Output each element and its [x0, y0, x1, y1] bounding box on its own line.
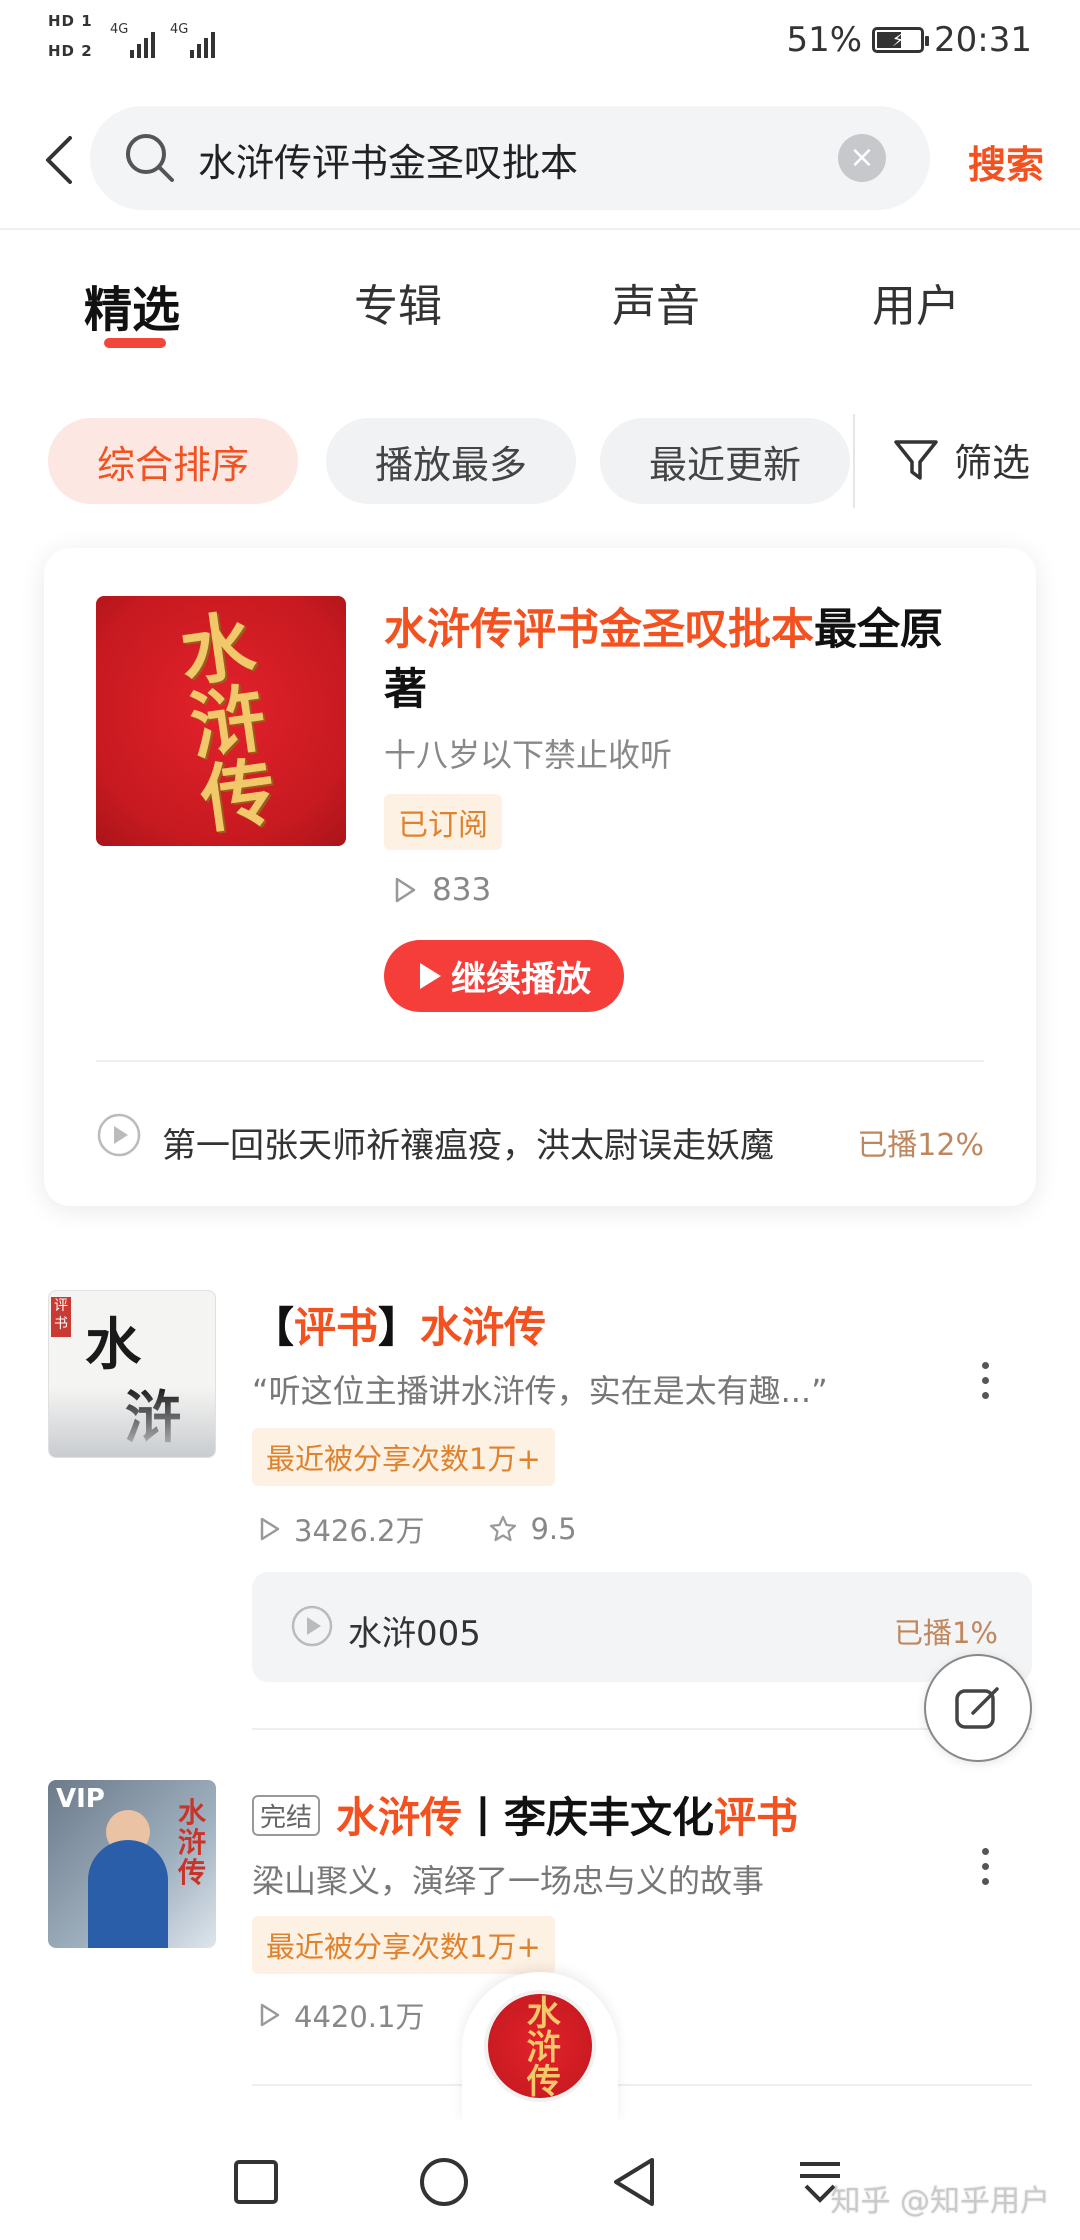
signal1-bars-icon: [130, 22, 155, 58]
tab-sounds[interactable]: 声音: [612, 270, 700, 334]
album-title[interactable]: 完结 水浒传丨李庆丰文化评书: [252, 1784, 798, 1845]
episode-progress: 已播1%: [893, 1616, 998, 1650]
mini-player[interactable]: 水浒传: [462, 1972, 618, 2122]
episode-progress: 已播12%: [857, 1128, 984, 1163]
result-tabs: 精选 专辑 声音 用户: [0, 250, 1080, 360]
status-right: 51% ⚡ 20:31: [786, 18, 1032, 62]
mini-player-disc[interactable]: 水浒传: [484, 1990, 596, 2102]
battery-icon: ⚡: [872, 27, 930, 53]
tab-albums[interactable]: 专辑: [354, 270, 442, 334]
signal-indicators: HD 1 HD 2 4G 4G: [48, 12, 248, 72]
album-thumbnail[interactable]: 评书 水 浒: [48, 1290, 216, 1458]
title-middle: 丨李庆丰文化: [462, 1793, 715, 1842]
search-query[interactable]: 水浒传评书金圣叹批本: [198, 132, 578, 187]
filter-label: 筛选: [954, 441, 1031, 485]
play-count: 4420.1万: [294, 2000, 425, 2034]
signal2-label: 4G: [170, 22, 189, 37]
sort-filters: 综合排序 播放最多 最近更新 筛选: [0, 410, 1080, 510]
sort-chip-most-played[interactable]: 播放最多: [326, 418, 576, 504]
filter-button[interactable]: 筛选: [890, 432, 1030, 487]
watermark: 知乎 @知乎用户: [830, 2184, 1050, 2219]
vip-badge: VIP: [56, 1784, 105, 1814]
tab-users[interactable]: 用户: [872, 270, 960, 334]
title-highlight-1: 评书: [294, 1303, 379, 1352]
title-highlight-2: 评书: [714, 1793, 799, 1842]
signal2-bars-icon: [190, 22, 215, 58]
album-stats: 3426.2万 9.5: [258, 1508, 577, 1550]
more-options-button[interactable]: [970, 1836, 1000, 1896]
filter-divider: [853, 414, 855, 508]
system-nav-bar: 知乎 @知乎用户: [0, 2122, 1080, 2240]
hd1-label: HD 1: [48, 12, 93, 30]
seal-stamp: 评书: [51, 1297, 71, 1337]
share-tag: 最近被分享次数1万+: [252, 1916, 555, 1974]
play-count-icon: [260, 1517, 280, 1541]
clock: 20:31: [934, 20, 1032, 60]
search-input[interactable]: 水浒传评书金圣叹批本 ×: [90, 106, 930, 210]
continue-play-label: 继续播放: [450, 959, 591, 1000]
thumb-landscape: [49, 1387, 215, 1457]
more-options-button[interactable]: [970, 1350, 1000, 1410]
edit-icon[interactable]: [924, 1654, 1032, 1762]
album-thumbnail[interactable]: 水浒传 VIP: [48, 1780, 216, 1948]
back-arrow-icon[interactable]: [30, 130, 90, 190]
battery-percent: 51%: [786, 20, 863, 60]
episode-title: 水浒005: [348, 1614, 481, 1654]
play-count-icon: [260, 2003, 280, 2027]
album-description: 梁山聚义，演绎了一场忠与义的故事: [252, 1862, 765, 1900]
bracket-close: 】: [378, 1303, 421, 1352]
tab-featured[interactable]: 精选: [84, 270, 180, 340]
search-icon: [122, 130, 178, 190]
clear-icon[interactable]: ×: [838, 134, 886, 182]
square-icon[interactable]: [226, 2152, 286, 2212]
album-title[interactable]: 【评书】水浒传: [252, 1294, 546, 1355]
album-description: “听这位主播讲水浒传，实在是太有趣...”: [252, 1372, 828, 1410]
album-title[interactable]: 水浒传评书金圣叹批本最全原著: [384, 600, 984, 720]
play-count-icon: [395, 877, 416, 903]
thumb-char-1: 水: [85, 1312, 141, 1378]
album-plays: 833: [392, 872, 491, 908]
play-circle-icon[interactable]: [96, 1112, 142, 1158]
bracket-open: 【: [252, 1303, 295, 1352]
mini-player-cover-text: 水浒传: [520, 1995, 561, 2097]
episode-title: 第一回张天师祈禳瘟疫，洪太尉误走妖魔: [162, 1126, 774, 1166]
star-icon: [490, 1515, 517, 1542]
funnel-icon: [894, 439, 938, 480]
thumb-title: 水浒传: [178, 1796, 207, 1889]
album-title-highlight: 水浒传评书金圣叹批本: [384, 605, 814, 655]
active-tab-indicator: [104, 338, 166, 348]
album-subtitle: 十八岁以下禁止收听: [384, 736, 673, 774]
share-tag: 最近被分享次数1万+: [252, 1428, 555, 1486]
search-header: 水浒传评书金圣叹批本 × 搜索: [0, 100, 1080, 230]
triangle-back-icon[interactable]: [604, 2152, 664, 2212]
completed-tag: 完结: [252, 1795, 321, 1836]
card-divider: [96, 1060, 984, 1062]
rating: 9.5: [530, 1512, 577, 1546]
sort-chip-recent[interactable]: 最近更新: [600, 418, 850, 504]
signal1-label: 4G: [110, 22, 129, 37]
result-divider: [252, 1728, 1032, 1730]
top-album-card[interactable]: 水浒传 水浒传评书金圣叹批本最全原著 十八岁以下禁止收听 已订阅 833 继续播…: [44, 548, 1036, 1206]
album-cover[interactable]: 水浒传: [96, 596, 346, 846]
last-played-episode[interactable]: 水浒005 已播1%: [252, 1572, 1032, 1682]
play-count: 3426.2万: [294, 1514, 425, 1548]
thumb-figure: [88, 1840, 168, 1948]
title-highlight-2: 水浒传: [420, 1303, 547, 1352]
title-highlight-1: 水浒传: [336, 1793, 463, 1842]
continue-play-button[interactable]: 继续播放: [384, 940, 624, 1012]
album-result-1[interactable]: 评书 水 浒 【评书】水浒传 “听这位主播讲水浒传，实在是太有趣...” 最近被…: [0, 1290, 1080, 1730]
last-played-episode[interactable]: 第一回张天师祈禳瘟疫，洪太尉误走妖魔 已播12%: [96, 1110, 984, 1170]
play-icon: [419, 963, 441, 989]
cover-calligraphy: 水浒传: [163, 605, 280, 837]
hd2-label: HD 2: [48, 42, 93, 60]
search-button[interactable]: 搜索: [968, 134, 1044, 189]
status-bar: HD 1 HD 2 4G 4G 51% ⚡ 20:31: [0, 0, 1080, 90]
play-circle-icon[interactable]: [290, 1604, 334, 1648]
subscribed-badge: 已订阅: [384, 794, 502, 850]
album-stats: 4420.1万: [258, 1994, 424, 2036]
result-divider: [252, 2084, 1032, 2086]
album-play-count: 833: [432, 872, 492, 908]
sort-chip-overall[interactable]: 综合排序: [48, 418, 298, 504]
circle-icon[interactable]: [414, 2152, 474, 2212]
